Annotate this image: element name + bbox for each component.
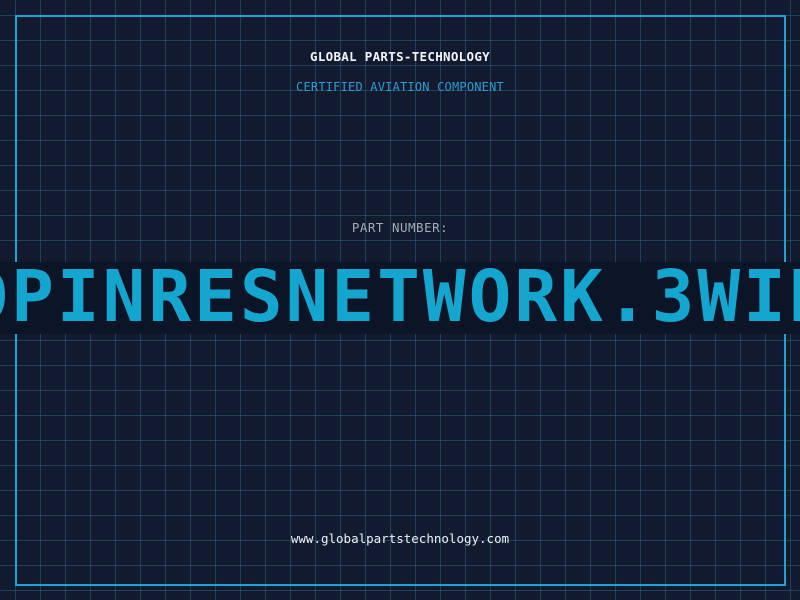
part-number-label: PART NUMBER:	[351, 220, 449, 235]
part-number-value: DPINRESNETWORK.3WID	[0, 262, 800, 334]
website-url: www.globalpartstechnology.com	[290, 531, 510, 546]
part-number-band: DPINRESNETWORK.3WID	[0, 262, 800, 334]
certificate-canvas: GLOBAL PARTS-TECHNOLOGY CERTIFIED AVIATI…	[0, 0, 800, 600]
certification-tagline: CERTIFIED AVIATION COMPONENT	[296, 80, 504, 94]
company-name: GLOBAL PARTS-TECHNOLOGY	[310, 49, 490, 64]
